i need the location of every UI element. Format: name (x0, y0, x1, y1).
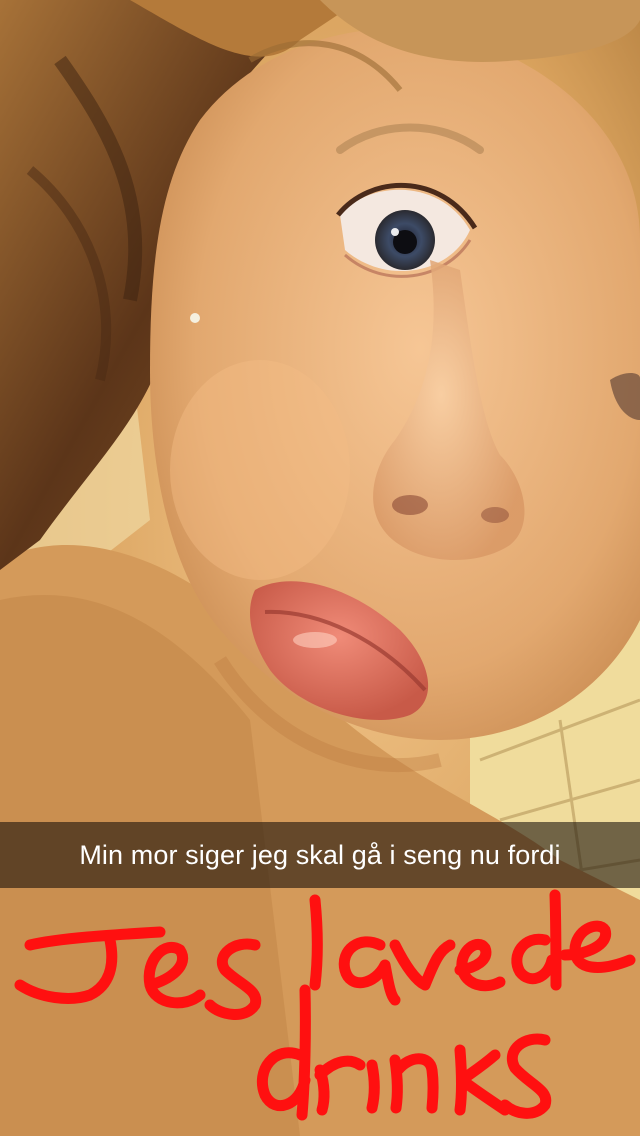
earring (190, 313, 200, 323)
caption-bar: Min mor siger jeg skal gå i seng nu ford… (0, 822, 640, 888)
caption-text: Min mor siger jeg skal gå i seng nu ford… (79, 839, 561, 870)
selfie-photo (0, 0, 640, 1136)
